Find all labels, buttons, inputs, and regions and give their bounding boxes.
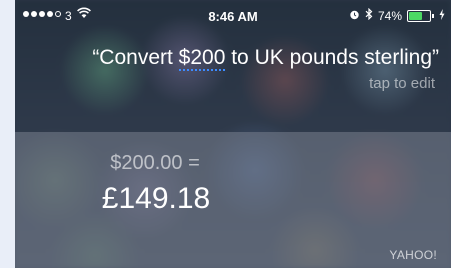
battery-tip [432,13,434,18]
query-suffix: to UK pounds sterling” [225,46,439,69]
battery-icon [407,9,431,22]
conversion-result-card[interactable]: $200.00 = £149.18 YAHOO! [15,132,451,268]
siri-screen: 3 8:46 AM 74% “Convert $200 to UK pounds… [15,0,451,268]
tap-to-edit-hint[interactable]: tap to edit [369,75,435,92]
yahoo-logo: YAHOO! [389,248,437,262]
battery-percent: 74% [377,8,402,23]
charging-icon [439,8,445,23]
status-bar: 3 8:46 AM 74% [15,0,451,34]
query-amount: $200 [178,46,226,71]
converted-amount: £149.18 [101,182,211,215]
alarm-icon [349,9,360,23]
spoken-query[interactable]: “Convert $200 to UK pounds sterling” [15,46,439,71]
status-right-group: 74% [349,7,445,23]
bluetooth-icon [365,7,373,23]
query-prefix: “Convert [92,46,179,69]
battery-level-fill [409,11,422,20]
source-amount: $200.00 = [110,152,200,174]
